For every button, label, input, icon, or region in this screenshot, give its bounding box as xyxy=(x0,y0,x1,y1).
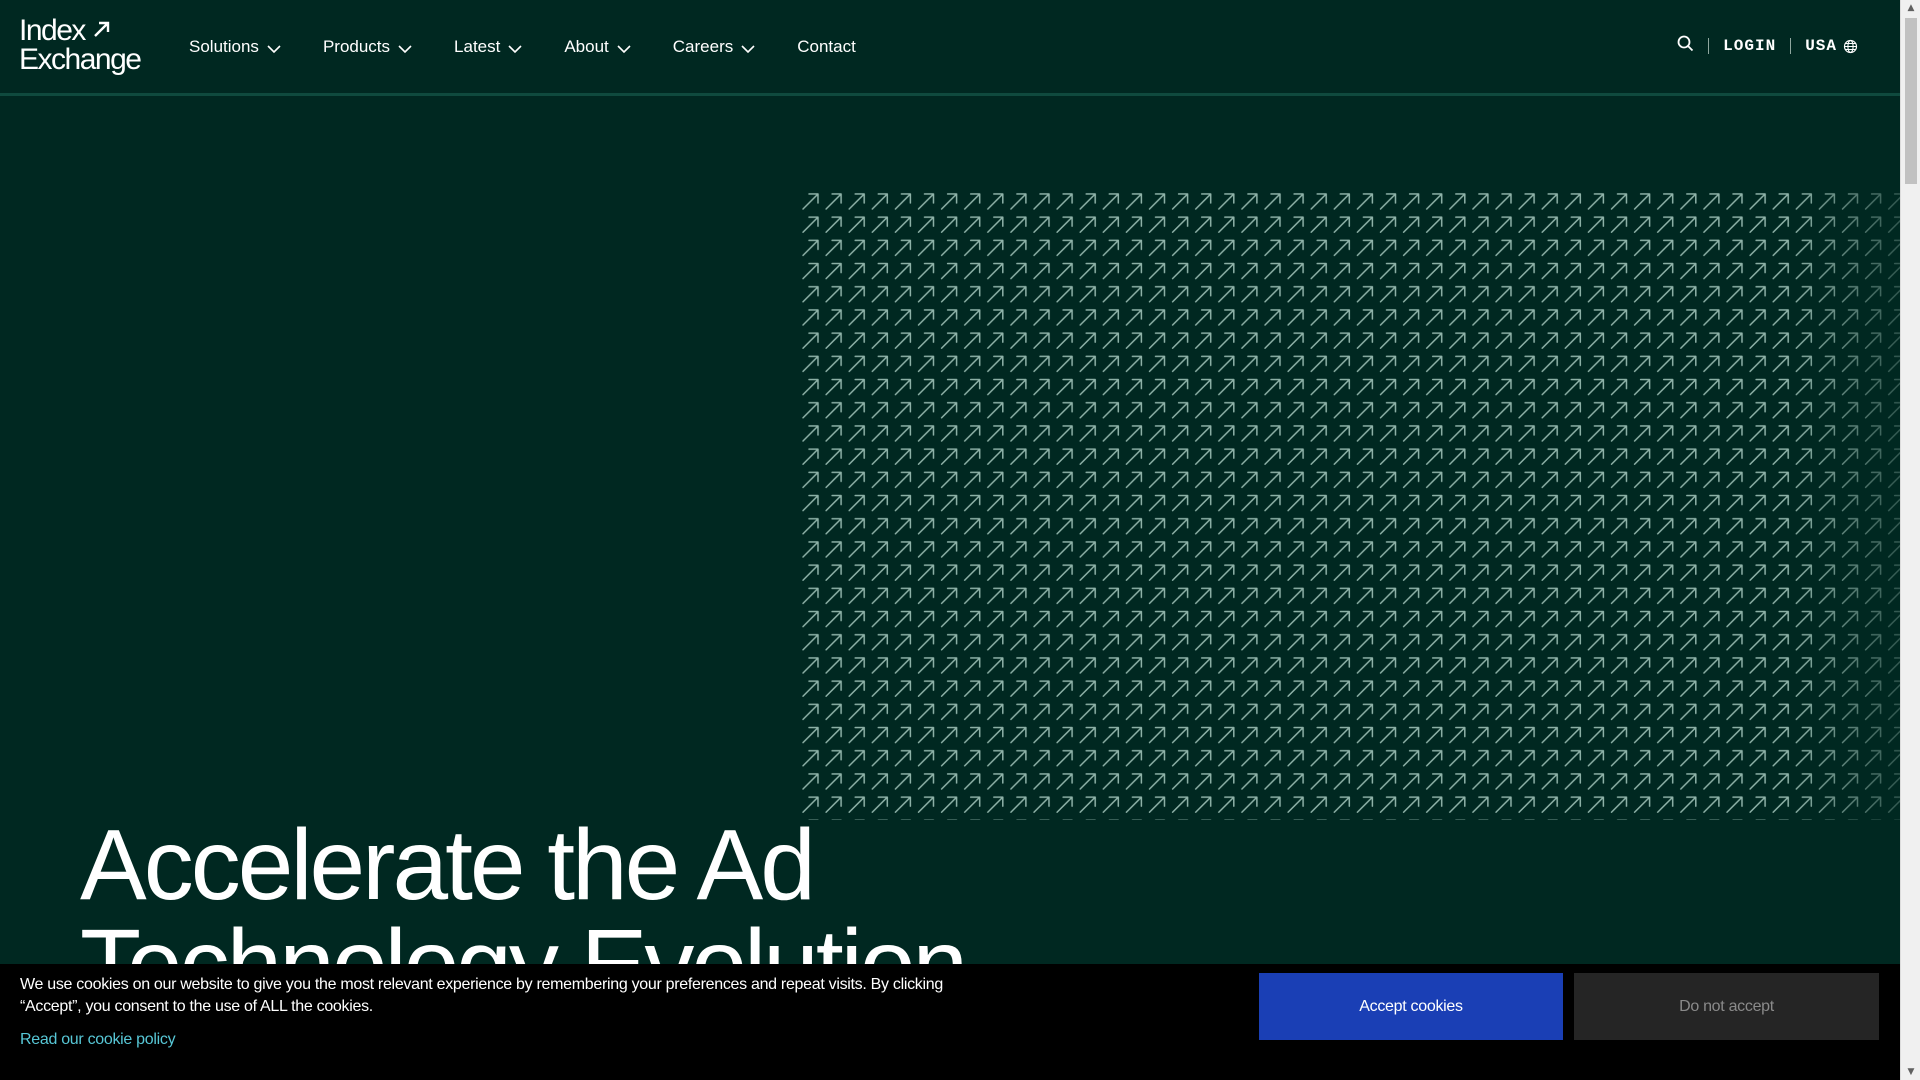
chevron-down-icon xyxy=(617,45,631,54)
login-link[interactable]: LOGIN xyxy=(1723,37,1776,55)
main-nav: Solutions Products Latest About Careers … xyxy=(189,32,856,62)
cookie-message: We use cookies on our website to give yo… xyxy=(20,976,943,1015)
scroll-up-arrow-icon[interactable]: ▲ xyxy=(1901,0,1920,16)
nav-item-label: Contact xyxy=(797,37,856,56)
nav-item-contact[interactable]: Contact xyxy=(797,32,856,62)
utility-nav: LOGIN USA xyxy=(1677,33,1858,59)
logo-text-line1: Index xyxy=(19,14,86,47)
chevron-down-icon xyxy=(741,45,755,54)
nav-item-label: Latest xyxy=(454,37,501,56)
site-header: Index Exchange Solutions Products Latest… xyxy=(0,0,1900,96)
globe-icon xyxy=(1843,39,1858,53)
arrow-pattern xyxy=(800,190,1900,820)
search-icon[interactable] xyxy=(1677,35,1694,57)
reject-cookies-button[interactable]: Do not accept xyxy=(1574,973,1879,1040)
logo-text-line2: Exchange xyxy=(19,43,142,76)
cookie-banner: We use cookies on our website to give yo… xyxy=(0,964,1900,1080)
nav-item-label: Products xyxy=(322,37,391,56)
scroll-down-arrow-icon[interactable]: ▼ xyxy=(1901,1064,1920,1080)
page: Index Exchange Solutions Products Latest… xyxy=(0,0,1920,1080)
nav-item-products[interactable]: Products xyxy=(323,32,412,62)
chevron-down-icon xyxy=(508,45,522,54)
region-label: USA xyxy=(1805,37,1837,55)
divider xyxy=(1708,38,1710,54)
logo-arrow-icon xyxy=(94,21,110,37)
divider xyxy=(1790,38,1792,54)
nav-item-label: About xyxy=(564,37,609,56)
page-scrollbar[interactable]: ▲ ▼ xyxy=(1900,0,1920,1080)
cookie-policy-link[interactable]: Read our cookie policy xyxy=(20,1029,176,1051)
region-selector[interactable]: USA xyxy=(1805,37,1858,55)
nav-item-careers[interactable]: Careers xyxy=(673,32,755,62)
chevron-down-icon xyxy=(398,45,412,54)
nav-item-label: Careers xyxy=(672,37,734,56)
scroll-thumb[interactable] xyxy=(1905,18,1917,184)
nav-item-label: Solutions xyxy=(189,37,259,56)
accept-cookies-button[interactable]: Accept cookies xyxy=(1259,973,1563,1040)
nav-item-solutions[interactable]: Solutions xyxy=(189,32,281,62)
nav-item-about[interactable]: About xyxy=(564,32,631,62)
nav-item-latest[interactable]: Latest xyxy=(454,32,522,62)
index-exchange-logo[interactable]: Index Exchange xyxy=(19,16,147,78)
chevron-down-icon xyxy=(267,45,281,54)
